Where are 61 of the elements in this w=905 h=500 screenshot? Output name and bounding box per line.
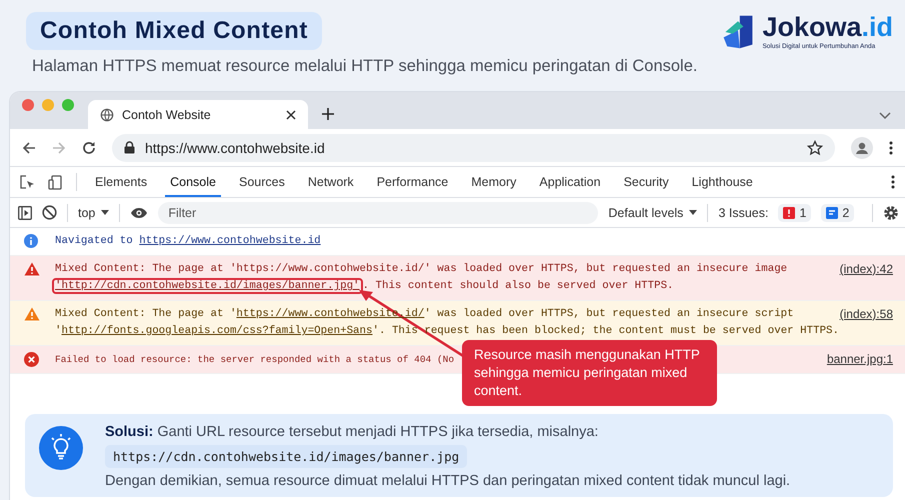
source-link[interactable]: (index):58 xyxy=(840,306,893,323)
devtools-tab[interactable]: Performance xyxy=(372,167,454,197)
devtools-tab[interactable]: Console xyxy=(165,167,221,197)
error-icon xyxy=(24,352,39,367)
inspect-icon[interactable] xyxy=(20,174,35,190)
source-link[interactable]: (index):42 xyxy=(840,261,893,278)
lightbulb-icon xyxy=(39,426,83,470)
eye-icon[interactable] xyxy=(130,206,148,218)
new-tab-icon[interactable] xyxy=(322,108,334,120)
callout-tooltip: Resource masih menggunakan HTTP sehingga memicu peringatan mixed content. xyxy=(462,340,717,406)
more-icon[interactable] xyxy=(891,175,895,189)
filter-field[interactable]: Filter xyxy=(158,202,598,224)
levels-dropdown[interactable]: Default levels xyxy=(608,206,698,220)
console-message: Mixed Content: The page at 'https://www.contohwebsite.id/' was loaded over HTTPS, but requested an insecure image 'http://cdn.contohwebsite.id/images/banner.jpg' . This content should also be served over HTTPS. xyxy=(55,261,788,295)
devtools-tab[interactable]: Elements xyxy=(90,167,152,197)
device-icon[interactable] xyxy=(48,174,63,190)
browser-tab[interactable]: Contoh Website xyxy=(88,100,308,129)
settings-icon[interactable] xyxy=(883,204,899,220)
warning-icon xyxy=(24,262,40,276)
console-message: Navigated to https://www.contohwebsite.id xyxy=(55,234,321,249)
error-issues-badge[interactable]: 1 xyxy=(778,204,812,222)
more-icon[interactable] xyxy=(889,140,893,154)
context-dropdown[interactable]: top xyxy=(78,206,110,220)
address-bar[interactable]: https://www.contohwebsite.id xyxy=(112,134,835,162)
lock-icon xyxy=(124,141,135,154)
devtools-tab[interactable]: Network xyxy=(302,167,359,197)
chevron-down-icon[interactable] xyxy=(879,112,891,120)
devtools-tab[interactable]: Sources xyxy=(234,167,290,197)
url-link[interactable]: http://fonts.googleapis.com/css?family=Open+Sans xyxy=(61,325,372,337)
solution-note: Dengan demikian, semua resource dimuat melalui HTTPS dan peringatan mixed content tidak muncul lagi. xyxy=(105,473,790,489)
globe-icon xyxy=(100,108,114,122)
devtools-tab[interactable]: Application xyxy=(534,167,606,197)
logo-name: Jokowa xyxy=(762,12,862,42)
info-icon xyxy=(24,234,38,248)
tab-title: Contoh Website xyxy=(122,108,211,122)
url-link[interactable]: https://www.contohwebsite.id xyxy=(139,235,321,247)
close-window-button[interactable] xyxy=(22,99,34,111)
devtools-tab[interactable]: Memory xyxy=(466,167,522,197)
caret-icon xyxy=(101,210,110,216)
reload-icon[interactable] xyxy=(82,140,96,154)
clear-console-icon[interactable] xyxy=(42,205,57,220)
issues-label: 3 Issues: xyxy=(718,206,768,220)
star-icon[interactable] xyxy=(807,140,823,156)
devtools-tab[interactable]: Security xyxy=(618,167,674,197)
info-issues-badge[interactable]: 2 xyxy=(821,204,854,222)
avatar-icon[interactable] xyxy=(851,136,873,158)
sidebar-toggle-icon[interactable] xyxy=(18,206,32,220)
page-title: Contoh Mixed Content xyxy=(26,12,322,50)
solution-text: Solusi: Ganti URL resource tersebut menjadi HTTPS jika tersedia, misalnya: xyxy=(105,424,598,440)
devtools-tab[interactable]: Lighthouse xyxy=(686,167,758,197)
caret-icon xyxy=(689,210,698,216)
highlighted-url-link[interactable]: 'http://cdn.contohwebsite.id/images/banner.jpg' xyxy=(52,278,363,294)
url-text: https://www.contohwebsite.id xyxy=(145,140,325,156)
close-icon[interactable] xyxy=(286,110,296,120)
page-subtitle: Halaman HTTPS memuat resource melalui HTTP sehingga memicu peringatan di Console. xyxy=(32,57,698,76)
code-snippet: https://cdn.contohwebsite.id/images/banner.jpg xyxy=(105,445,468,468)
warning-icon xyxy=(24,307,40,321)
back-icon[interactable] xyxy=(22,140,36,154)
logo-suffix: .id xyxy=(862,12,893,42)
console-message: Failed to load resource: the server responded with a status of 404 (No xyxy=(55,353,454,367)
source-link[interactable]: banner.jpg:1 xyxy=(826,351,893,368)
